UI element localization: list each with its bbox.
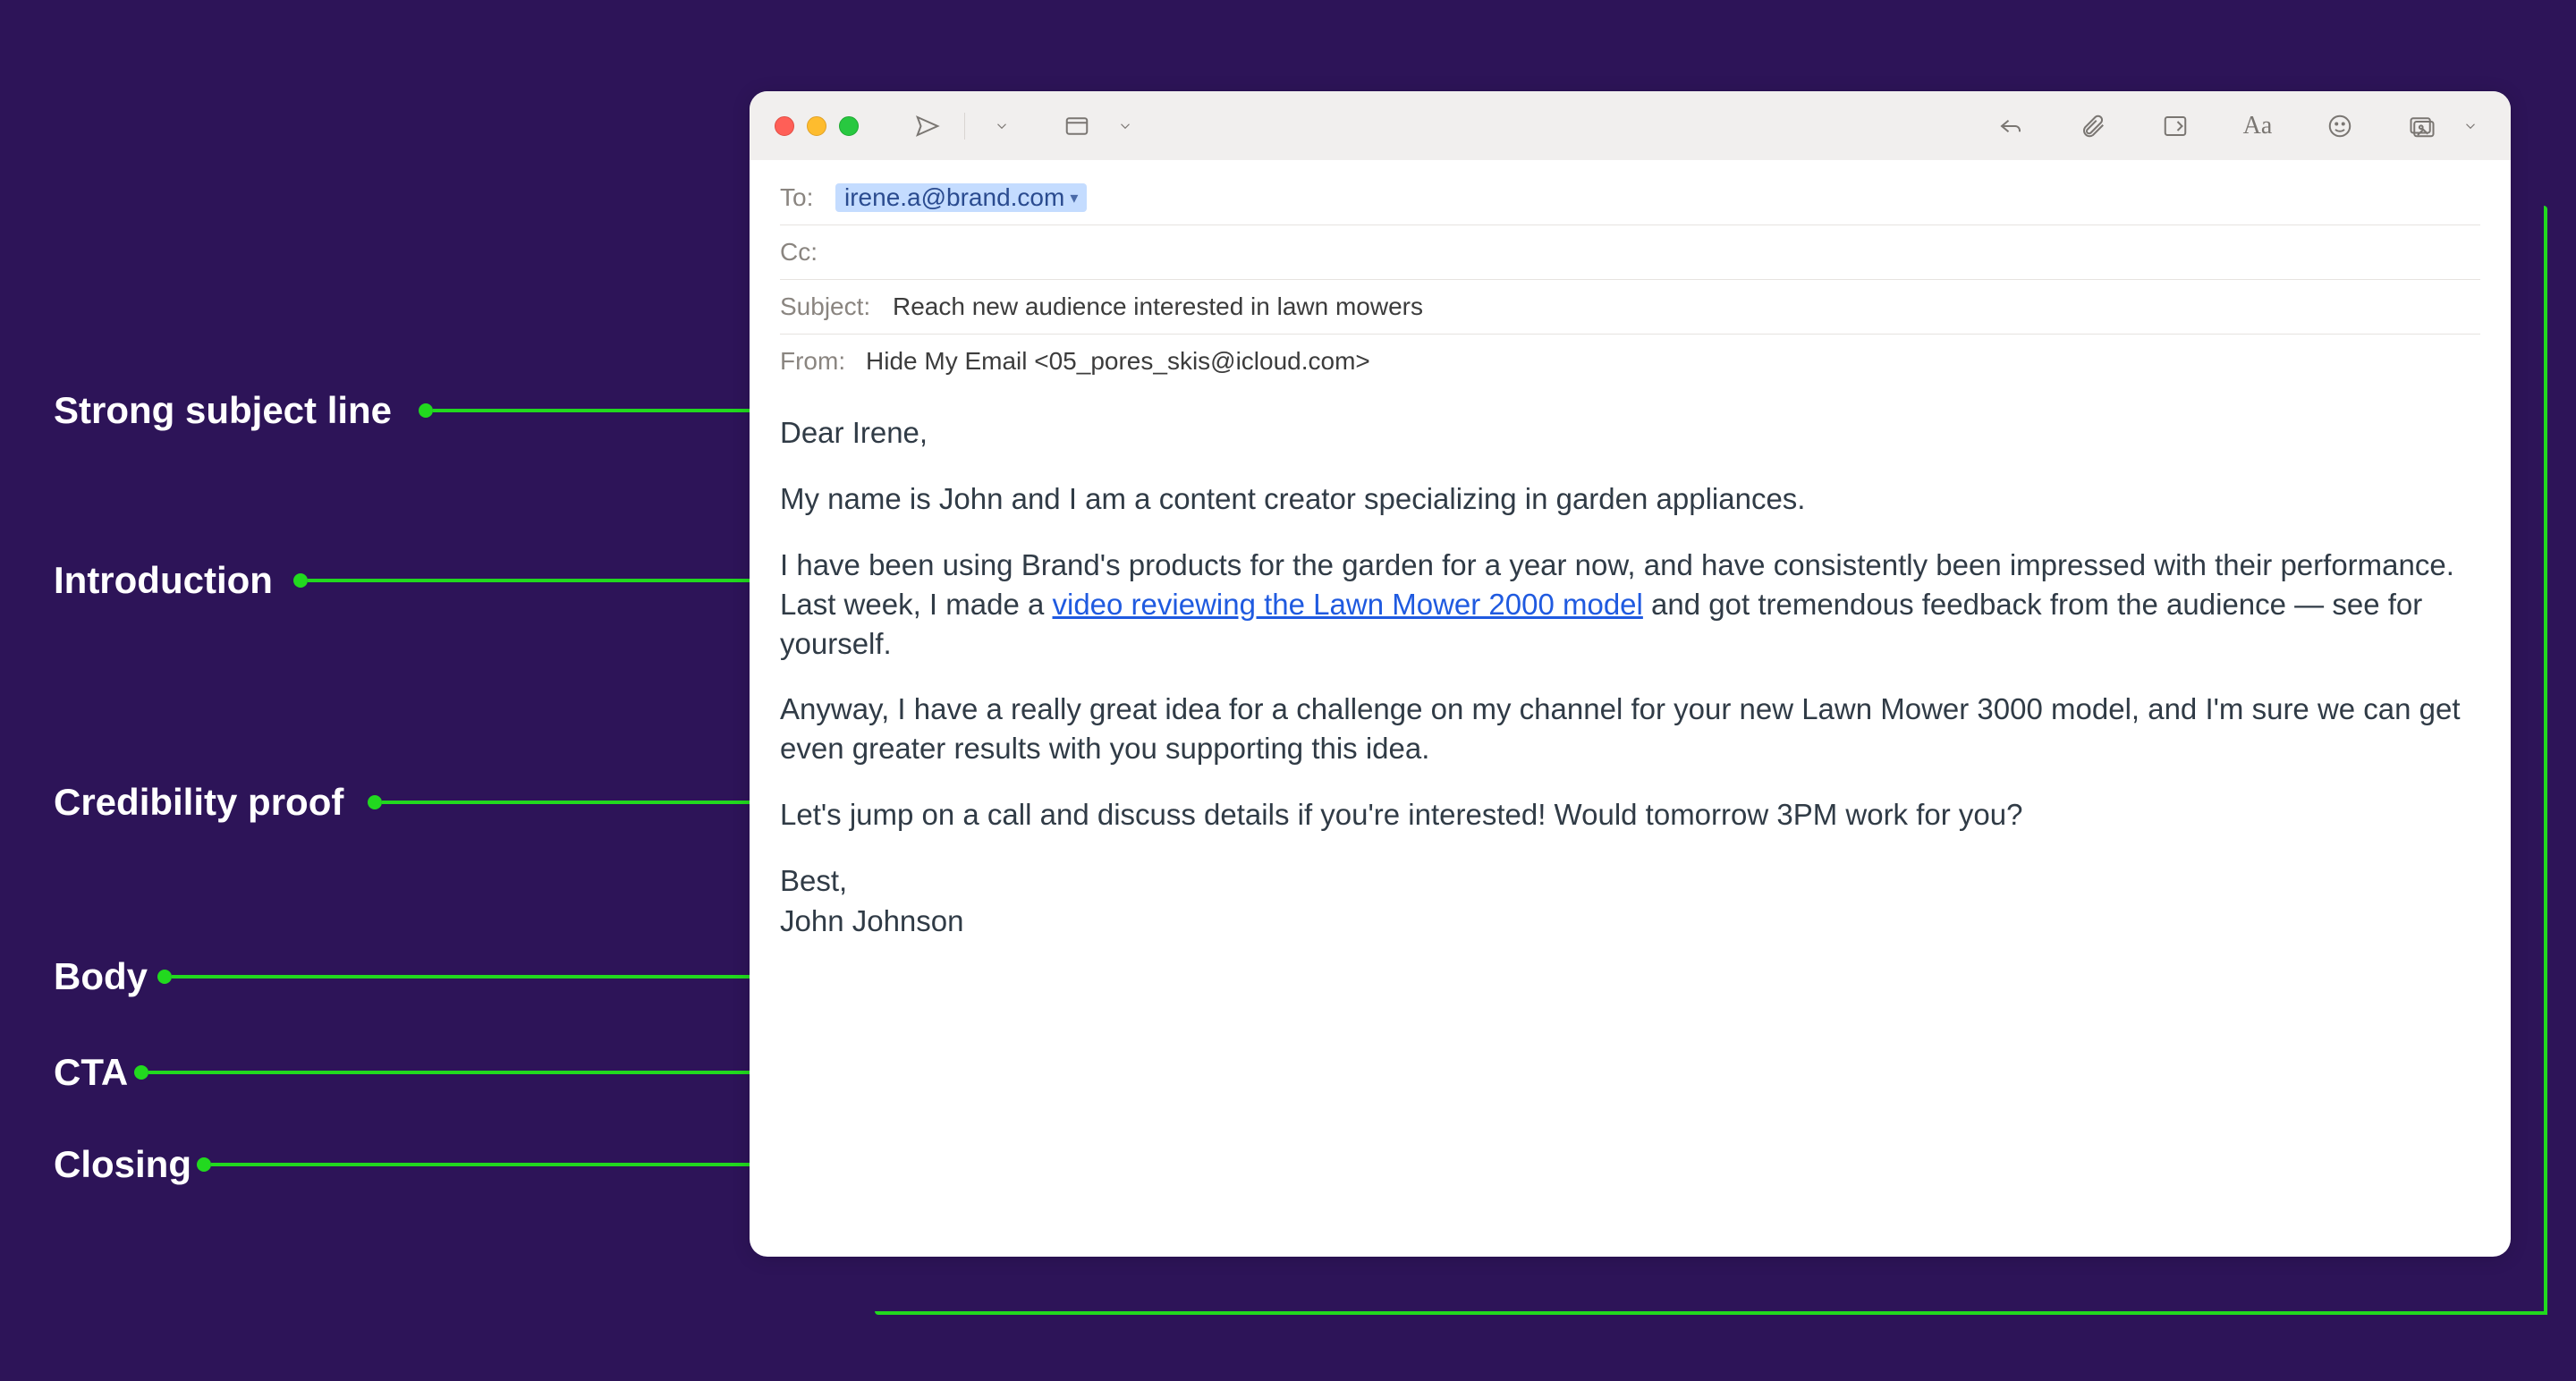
annot-line — [308, 579, 750, 582]
annot-dot — [293, 573, 308, 588]
toolbar-separator — [964, 113, 965, 140]
signature-salutation: Best, — [780, 861, 2480, 902]
cc-label: Cc: — [780, 238, 821, 267]
signature: Best, John Johnson — [780, 861, 2480, 941]
header-fields: To: irene.a@brand.com ▾ Cc: Subject: Rea… — [750, 160, 2511, 388]
to-field-row[interactable]: To: irene.a@brand.com ▾ — [780, 171, 2480, 225]
format-text-icon[interactable]: Aa — [2242, 111, 2273, 141]
to-recipient-value: irene.a@brand.com — [844, 183, 1064, 212]
salutation: Dear Irene, — [780, 413, 2480, 453]
annot-line — [211, 1163, 750, 1166]
from-field-row[interactable]: From: Hide My Email <05_pores_skis@iclou… — [780, 335, 2480, 388]
annot-line — [148, 1071, 750, 1074]
video-link[interactable]: video reviewing the Lawn Mower 2000 mode… — [1053, 588, 1643, 621]
annot-line — [172, 975, 750, 979]
decorative-frame — [875, 1311, 2547, 1315]
annotation-credibility: Credibility proof — [54, 781, 343, 824]
cc-field-row[interactable]: Cc: — [780, 225, 2480, 280]
maximize-button[interactable] — [839, 116, 859, 136]
cta-paragraph: Let's jump on a call and discuss details… — [780, 795, 2480, 835]
to-label: To: — [780, 183, 821, 212]
annot-dot — [419, 403, 433, 418]
chevron-down-icon[interactable] — [1110, 111, 1140, 141]
email-body[interactable]: Dear Irene, My name is John and I am a c… — [750, 388, 2511, 973]
stationery-icon[interactable] — [1062, 111, 1092, 141]
annot-dot — [197, 1157, 211, 1172]
annotation-cta: CTA — [54, 1051, 128, 1094]
subject-label: Subject: — [780, 292, 878, 321]
annotation-intro: Introduction — [54, 559, 273, 602]
annot-line — [382, 801, 750, 804]
from-value: Hide My Email <05_pores_skis@icloud.com> — [866, 347, 1370, 376]
window-controls[interactable] — [775, 116, 859, 136]
annot-dot — [134, 1065, 148, 1080]
emoji-icon[interactable] — [2325, 111, 2355, 141]
annot-dot — [368, 795, 382, 809]
subject-field-row[interactable]: Subject: Reach new audience interested i… — [780, 280, 2480, 335]
annot-dot — [157, 970, 172, 984]
compose-window: Aa To: irene.a@brand.com ▾ Cc: Subject: … — [750, 91, 2511, 1257]
to-recipient-chip[interactable]: irene.a@brand.com ▾ — [835, 183, 1087, 212]
markup-icon[interactable] — [2160, 111, 2190, 141]
photo-icon[interactable] — [2407, 111, 2437, 141]
subject-value: Reach new audience interested in lawn mo… — [893, 292, 1423, 321]
from-label: From: — [780, 347, 852, 376]
reply-icon[interactable] — [1996, 111, 2026, 141]
send-icon[interactable] — [912, 111, 943, 141]
close-button[interactable] — [775, 116, 794, 136]
annotation-closing: Closing — [54, 1143, 191, 1186]
chevron-down-icon[interactable]: ▾ — [1070, 189, 1078, 208]
intro-paragraph: My name is John and I am a content creat… — [780, 479, 2480, 519]
credibility-paragraph: I have been using Brand's products for t… — [780, 546, 2480, 664]
signature-name: John Johnson — [780, 902, 2480, 942]
attachment-icon[interactable] — [2078, 111, 2108, 141]
body-paragraph: Anyway, I have a really great idea for a… — [780, 690, 2480, 768]
titlebar: Aa — [750, 91, 2511, 160]
minimize-button[interactable] — [807, 116, 826, 136]
chevron-down-icon[interactable] — [987, 111, 1017, 141]
annotation-subject: Strong subject line — [54, 389, 392, 432]
decorative-frame — [2544, 206, 2547, 1315]
annotation-body: Body — [54, 955, 148, 998]
annot-line — [433, 409, 750, 412]
chevron-down-icon[interactable] — [2455, 111, 2486, 141]
